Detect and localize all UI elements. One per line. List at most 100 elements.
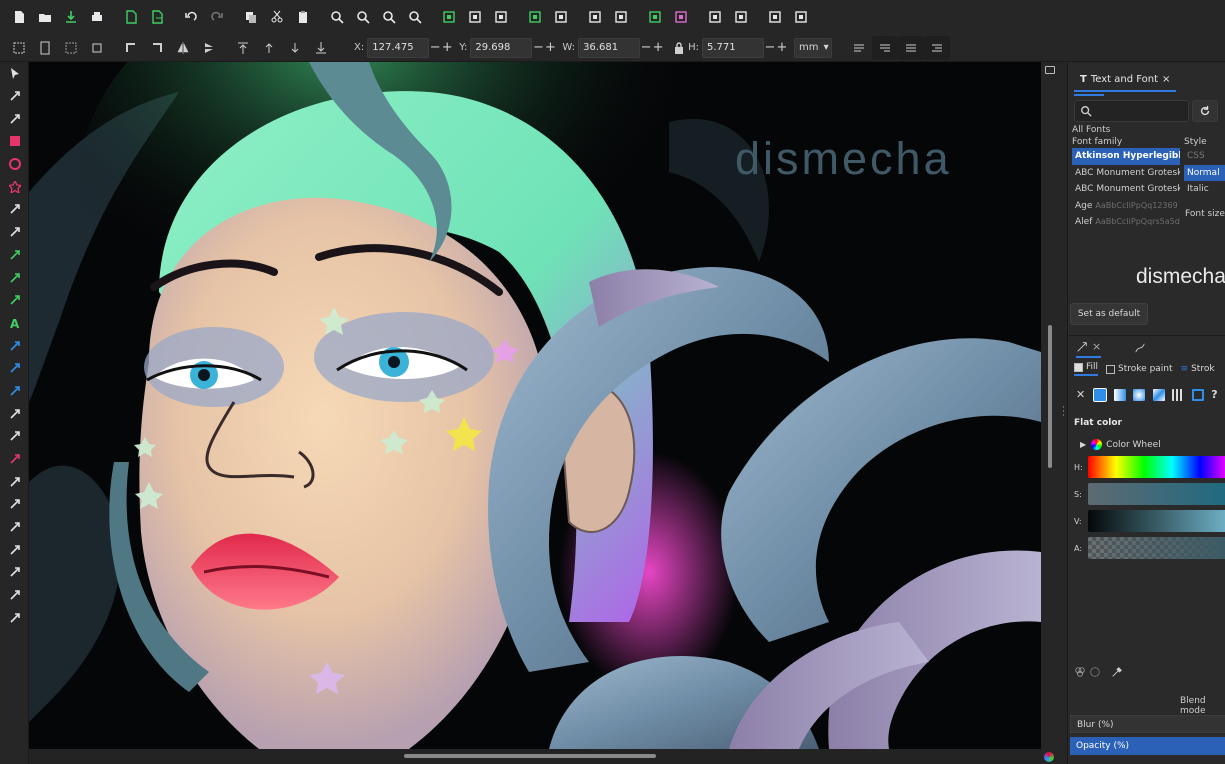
- preferences-icon[interactable]: [788, 5, 814, 29]
- horizontal-scrollbar[interactable]: [29, 749, 1041, 764]
- layers-icon[interactable]: [642, 5, 668, 29]
- calligraphy-icon[interactable]: [0, 289, 29, 312]
- y-increment-button[interactable]: +: [544, 40, 556, 55]
- x-decrement-button[interactable]: −: [429, 40, 441, 55]
- path-effects-tab-icon[interactable]: [1134, 342, 1146, 354]
- display-mode-icon[interactable]: [1045, 66, 1055, 74]
- hue-track[interactable]: [1088, 456, 1225, 478]
- value-slider[interactable]: V:: [1074, 509, 1225, 533]
- print-icon[interactable]: [84, 5, 110, 29]
- alpha-track[interactable]: [1088, 537, 1225, 559]
- new-document-icon[interactable]: [6, 5, 32, 29]
- mesh-gradient-icon[interactable]: [1152, 388, 1165, 401]
- star-icon[interactable]: [0, 175, 29, 198]
- font-item[interactable]: Alef AaBbCcIiPpQqrs5a5d: [1072, 214, 1180, 226]
- 3dbox-icon[interactable]: [0, 198, 29, 221]
- y-decrement-button[interactable]: −: [532, 40, 544, 55]
- clone-icon[interactable]: [462, 5, 488, 29]
- align-icon[interactable]: [728, 5, 754, 29]
- zoom-selection-icon[interactable]: [324, 5, 350, 29]
- raise-to-top-icon[interactable]: [230, 36, 256, 60]
- color-wheel-expander[interactable]: ▶ Color Wheel: [1080, 439, 1161, 450]
- opacity-slider[interactable]: Opacity (%): [1070, 737, 1225, 755]
- select-all-icon[interactable]: [6, 36, 32, 60]
- zoom-page-icon[interactable]: [376, 5, 402, 29]
- stroke-style-tab[interactable]: ≡ Strok: [1181, 364, 1215, 374]
- unit-select[interactable]: mm ▾: [793, 37, 832, 58]
- panel-grip-icon[interactable]: · · ·: [1062, 404, 1065, 421]
- rect-icon[interactable]: [0, 130, 29, 153]
- unlink-clone-icon[interactable]: [488, 5, 514, 29]
- font-item[interactable]: Atkinson HyperlegibleAa: [1072, 148, 1180, 165]
- lpe-icon[interactable]: [0, 538, 29, 561]
- rotate-ccw-icon[interactable]: [118, 36, 144, 60]
- color-managed-icon[interactable]: [1074, 666, 1086, 678]
- gradient-icon[interactable]: [0, 334, 29, 357]
- pencil-icon[interactable]: [0, 266, 29, 289]
- vertical-scrollbar-thumb[interactable]: [1048, 325, 1052, 468]
- cut-icon[interactable]: [264, 5, 290, 29]
- set-as-default-button[interactable]: Set as default: [1070, 303, 1148, 325]
- w-increment-button[interactable]: +: [652, 40, 664, 55]
- font-item[interactable]: ABC Monument GroteskAa: [1072, 165, 1180, 182]
- document-properties-icon[interactable]: [762, 5, 788, 29]
- h-decrement-button[interactable]: −: [764, 40, 776, 55]
- color-picker-icon[interactable]: [1111, 666, 1123, 678]
- lower-to-bottom-icon[interactable]: [308, 36, 334, 60]
- unset-paint-icon[interactable]: ?: [1211, 388, 1217, 401]
- style-item[interactable]: Italic: [1184, 181, 1225, 198]
- font-item[interactable]: ABC Monument Grotesk Trial: [1072, 181, 1180, 198]
- y-input[interactable]: 29.698: [470, 37, 533, 58]
- saturation-slider[interactable]: S:: [1074, 482, 1225, 506]
- pen-icon[interactable]: [0, 244, 29, 267]
- eraser-icon[interactable]: [0, 448, 29, 471]
- fill-stroke-icon[interactable]: [668, 5, 694, 29]
- clip-icon[interactable]: [0, 607, 29, 630]
- fill-tab[interactable]: Fill: [1074, 362, 1099, 376]
- export-icon[interactable]: [144, 5, 170, 29]
- circle-icon[interactable]: [0, 153, 29, 176]
- group-icon[interactable]: [522, 5, 548, 29]
- redo-icon[interactable]: [204, 5, 230, 29]
- h-increment-button[interactable]: +: [776, 40, 788, 55]
- alpha-slider[interactable]: A:: [1074, 536, 1225, 560]
- scale-stroke-icon[interactable]: [846, 36, 872, 60]
- saturation-track[interactable]: [1088, 483, 1225, 505]
- ungroup-icon[interactable]: [548, 5, 574, 29]
- rotate-cw-icon[interactable]: [144, 36, 170, 60]
- close-icon[interactable]: ×: [1162, 74, 1170, 85]
- blur-slider[interactable]: Blur (%): [1070, 715, 1225, 733]
- copy-icon[interactable]: [238, 5, 264, 29]
- scale-radius-icon[interactable]: [871, 35, 898, 60]
- font-search-input[interactable]: [1074, 100, 1189, 122]
- select-all-layers-icon[interactable]: [32, 36, 58, 60]
- spiral-icon[interactable]: [0, 221, 29, 244]
- status-color-icon[interactable]: [1044, 752, 1054, 762]
- flip-vertical-icon[interactable]: [196, 36, 222, 60]
- touch-select-icon[interactable]: [84, 36, 110, 60]
- panel-divider[interactable]: [1068, 330, 1225, 336]
- hue-slider[interactable]: H:: [1074, 455, 1225, 479]
- h-input[interactable]: 5.771: [701, 37, 764, 58]
- undo-icon[interactable]: [178, 5, 204, 29]
- open-icon[interactable]: [32, 5, 58, 29]
- vertical-scrollbar[interactable]: · · ·: [1041, 62, 1067, 764]
- style-item[interactable]: Normal: [1184, 164, 1225, 181]
- refresh-button[interactable]: [1192, 100, 1218, 122]
- zoom-tool-icon[interactable]: [0, 470, 29, 493]
- value-track[interactable]: [1088, 510, 1225, 532]
- dropper-icon[interactable]: [0, 380, 29, 403]
- duplicate-icon[interactable]: [436, 5, 462, 29]
- save-icon[interactable]: [58, 5, 84, 29]
- deselect-icon[interactable]: [58, 36, 84, 60]
- font-item[interactable]: Age AaBbCcIiPpQq12369: [1072, 198, 1180, 215]
- style-item[interactable]: CSS: [1184, 148, 1225, 165]
- swatch-icon[interactable]: [1191, 388, 1204, 401]
- zoom-drawing-icon[interactable]: [350, 5, 376, 29]
- zoom-fit-icon[interactable]: [402, 5, 428, 29]
- text-font-icon[interactable]: [608, 5, 634, 29]
- radial-gradient-icon[interactable]: [1133, 388, 1146, 401]
- lower-icon[interactable]: [282, 36, 308, 60]
- close-icon[interactable]: ×: [1092, 340, 1101, 353]
- flat-color-icon[interactable]: [1093, 387, 1108, 402]
